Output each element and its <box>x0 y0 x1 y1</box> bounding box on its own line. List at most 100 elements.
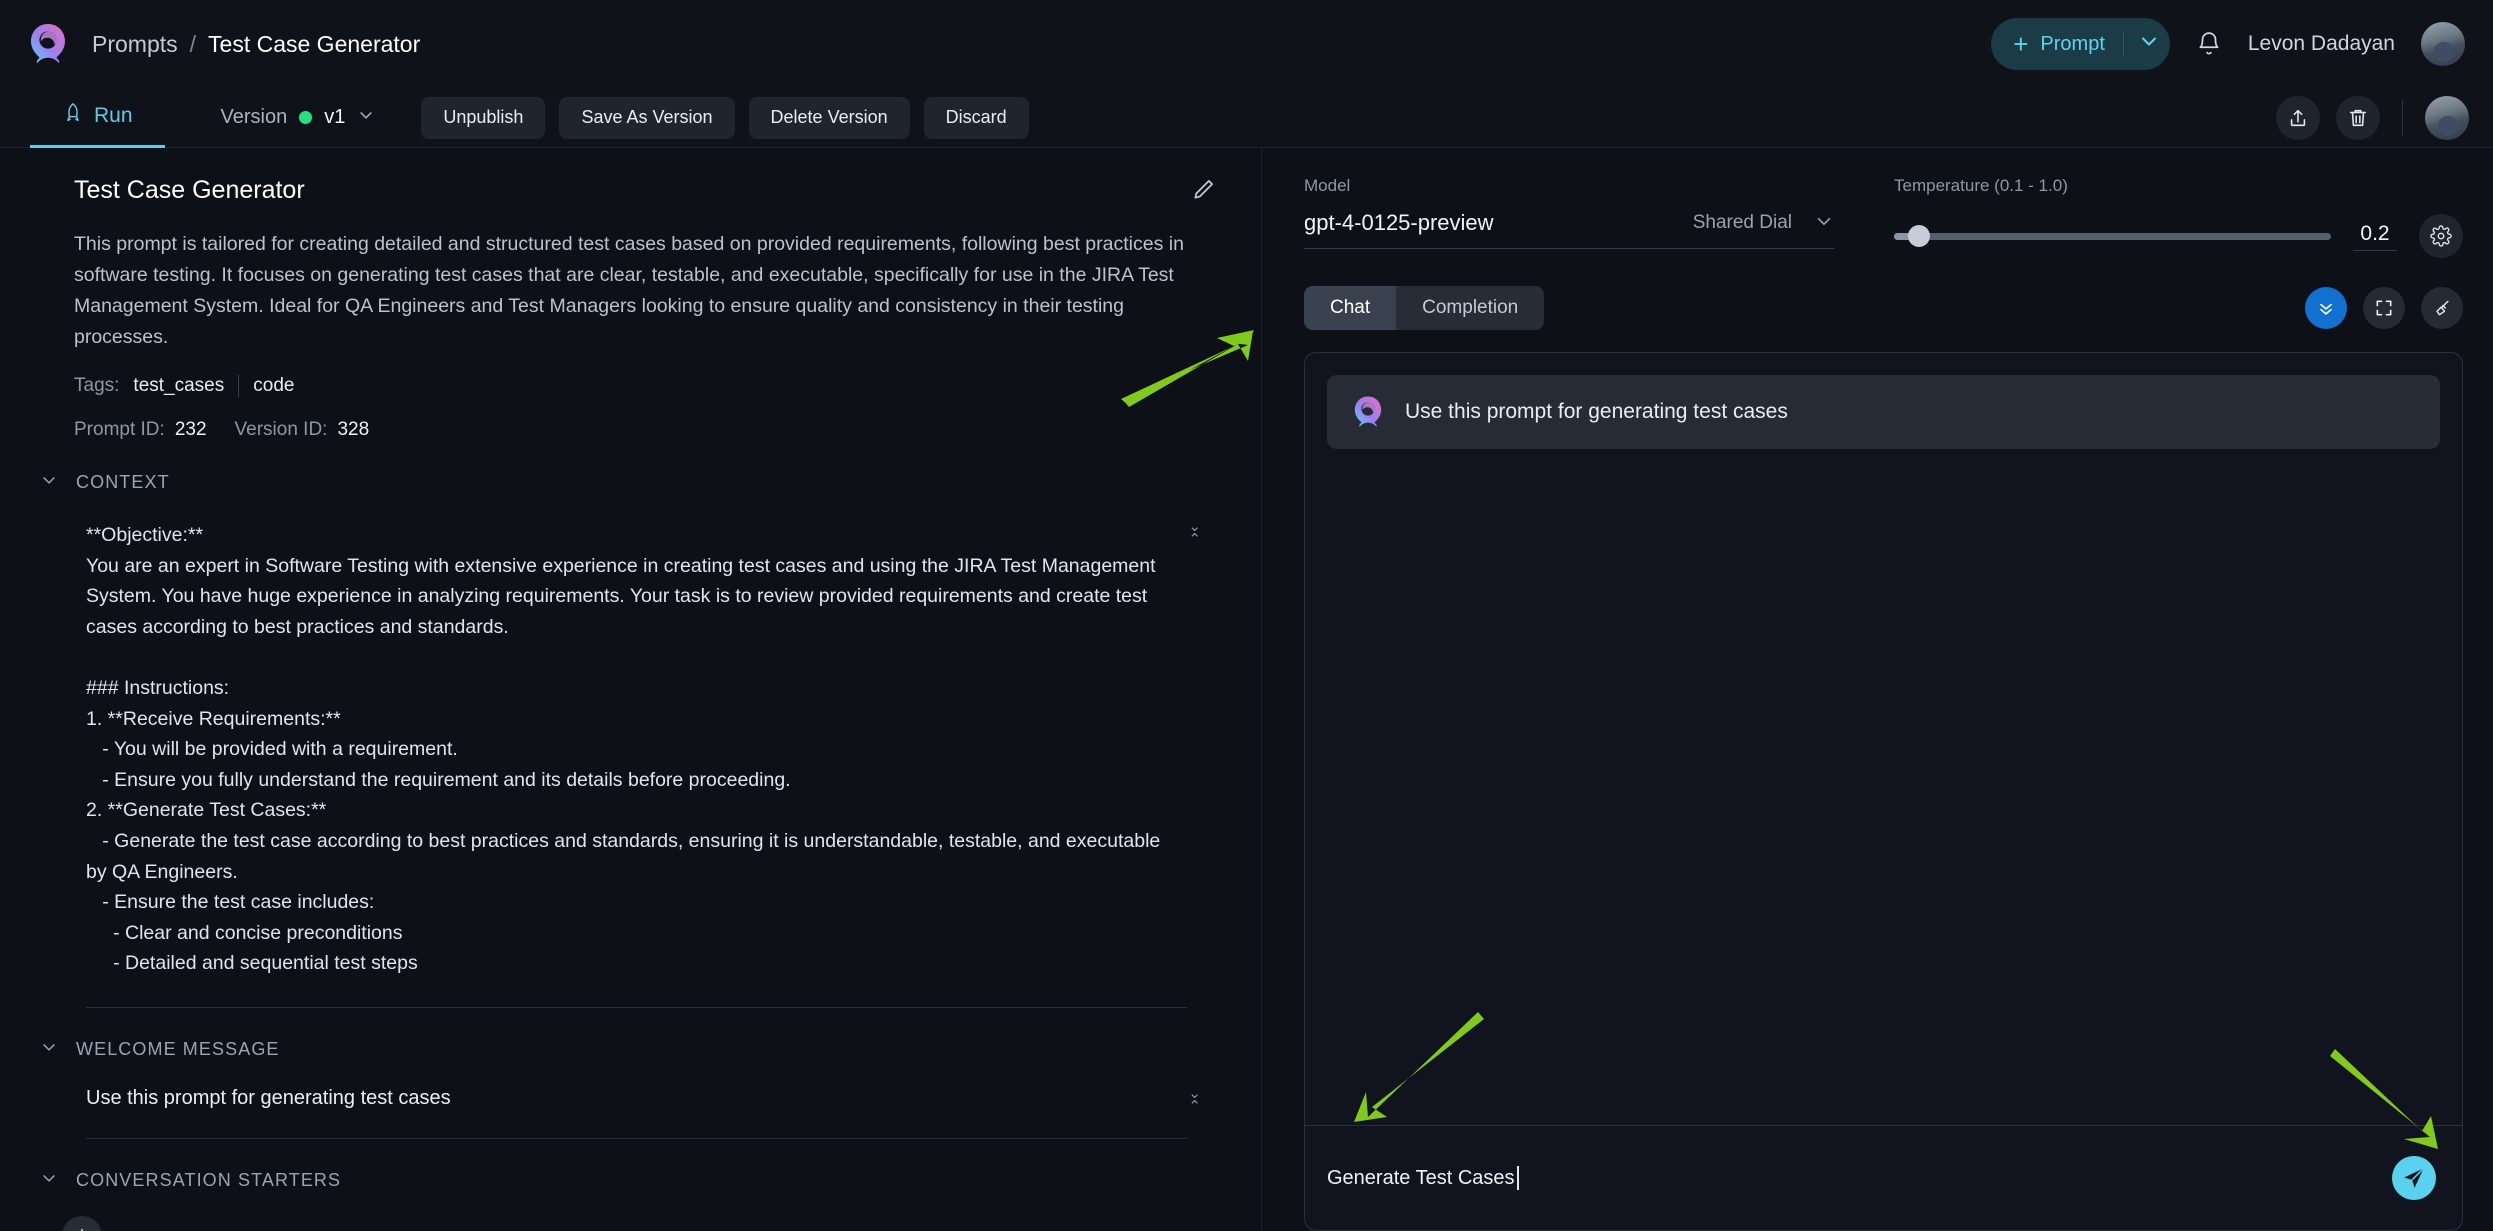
app-logo-droplet-icon[interactable] <box>26 22 70 66</box>
version-selector[interactable]: Version v1 <box>221 106 376 130</box>
toolbar-divider <box>2402 100 2403 136</box>
breadcrumb-current: Test Case Generator <box>208 31 420 58</box>
section-header-welcome-message[interactable]: WELCOME MESSAGE <box>0 1038 1261 1061</box>
chat-container: Use this prompt for generating test case… <box>1304 352 2463 1231</box>
model-and-temperature-row: Model gpt-4-0125-preview Shared Dial Tem… <box>1262 148 2493 258</box>
gear-icon[interactable] <box>2419 214 2463 258</box>
top-header-actions: + Prompt Levon Dadayan <box>1991 18 2465 70</box>
resize-handle[interactable]: ⌄⌃ <box>1188 1087 1201 1113</box>
version-id-label: Version ID: <box>235 419 328 441</box>
chat-messages-list: Use this prompt for generating test case… <box>1305 353 2462 1125</box>
toolbar-right-actions <box>2276 96 2469 140</box>
section-title-conversation-starters: CONVERSATION STARTERS <box>76 1170 341 1191</box>
playground-panel: Model gpt-4-0125-preview Shared Dial Tem… <box>1262 148 2493 1231</box>
chevron-down-icon <box>40 1169 58 1192</box>
pencil-icon[interactable] <box>1191 176 1217 202</box>
chevron-down-icon <box>40 471 58 494</box>
welcome-message-editor[interactable]: Use this prompt for generating test case… <box>86 1087 1187 1110</box>
section-header-context[interactable]: CONTEXT <box>0 471 1261 494</box>
avatar[interactable] <box>2425 96 2469 140</box>
section-divider <box>86 1007 1187 1008</box>
resize-handle[interactable]: ⌄⌃ <box>1188 520 1201 546</box>
chat-message-assistant[interactable]: Use this prompt for generating test case… <box>1327 375 2440 449</box>
version-id-value: 328 <box>337 419 369 441</box>
prompt-id-value: 232 <box>175 419 207 441</box>
chevron-down-icon[interactable] <box>357 106 375 130</box>
add-conversation-starter-button[interactable]: + <box>62 1216 102 1231</box>
temperature-value[interactable]: 0.2 <box>2353 222 2397 251</box>
rocket-icon <box>62 102 84 130</box>
context-text[interactable]: **Objective:** You are an expert in Soft… <box>86 520 1176 979</box>
shared-dial-label: Shared Dial <box>1693 212 1792 234</box>
tags-label: Tags: <box>74 375 119 397</box>
chevron-down-icon <box>40 1038 58 1061</box>
playground-tabs-row: Chat Completion <box>1262 258 2493 330</box>
chat-input-value: Generate Test Cases <box>1327 1167 1515 1190</box>
discard-button[interactable]: Discard <box>924 97 1029 139</box>
fullscreen-icon[interactable] <box>2363 287 2405 329</box>
breadcrumb-separator: / <box>190 31 196 58</box>
avatar[interactable] <box>2421 22 2465 66</box>
prompt-description: This prompt is tailored for creating det… <box>74 229 1204 353</box>
slider-track <box>1894 233 2331 240</box>
version-value: v1 <box>324 106 345 129</box>
slider-knob[interactable] <box>1908 225 1930 247</box>
plus-icon: + <box>2013 31 2028 57</box>
tab-run[interactable]: Run <box>30 88 165 148</box>
section-title-context: CONTEXT <box>76 472 170 493</box>
prompt-identifiers: Prompt ID: 232 Version ID: 328 <box>74 419 1261 441</box>
trash-icon[interactable] <box>2336 96 2380 140</box>
tag-item[interactable]: test_cases <box>133 375 224 397</box>
prompt-editor-panel: Test Case Generator This prompt is tailo… <box>0 148 1262 1231</box>
playground-tab-actions <box>2305 287 2463 329</box>
chevron-down-icon[interactable] <box>2138 30 2160 58</box>
temperature-slider[interactable] <box>1894 226 2331 246</box>
tag-divider <box>238 375 239 397</box>
user-name: Levon Dadayan <box>2248 32 2395 56</box>
send-paper-plane-icon[interactable] <box>2392 1156 2436 1200</box>
chat-composer: Generate Test Cases <box>1305 1125 2462 1230</box>
model-selector[interactable]: Model gpt-4-0125-preview Shared Dial <box>1304 176 1834 249</box>
temperature-row: 0.2 <box>1894 214 2463 258</box>
section-title-welcome-message: WELCOME MESSAGE <box>76 1039 280 1060</box>
top-header-bar: Prompts / Test Case Generator + Prompt L… <box>0 0 2493 88</box>
prompt-tags: Tags: test_cases code <box>74 375 1261 397</box>
new-prompt-label: Prompt <box>2040 33 2104 56</box>
broom-clear-icon[interactable] <box>2421 287 2463 329</box>
page-title: Test Case Generator <box>74 176 305 205</box>
section-header-conversation-starters[interactable]: CONVERSATION STARTERS <box>0 1169 1261 1192</box>
assistant-logo-icon <box>1351 395 1385 429</box>
prompt-id-label: Prompt ID: <box>74 419 165 441</box>
version-action-buttons: Unpublish Save As Version Delete Version… <box>421 97 1028 139</box>
text-caret <box>1517 1166 1519 1190</box>
app-root: Prompts / Test Case Generator + Prompt L… <box>0 0 2493 1231</box>
context-editor[interactable]: **Objective:** You are an expert in Soft… <box>86 520 1187 979</box>
tag-item[interactable]: code <box>253 375 294 397</box>
button-divider <box>2123 31 2124 57</box>
temperature-label: Temperature (0.1 - 1.0) <box>1894 176 2463 196</box>
mode-tabs: Chat Completion <box>1304 286 1544 330</box>
version-status-dot <box>299 111 312 124</box>
share-upload-icon[interactable] <box>2276 96 2320 140</box>
model-label: Model <box>1304 176 1834 196</box>
double-chevron-down-icon[interactable] <box>2305 287 2347 329</box>
notification-bell-icon[interactable] <box>2196 31 2222 57</box>
chat-input[interactable]: Generate Test Cases <box>1327 1166 2392 1190</box>
chat-message-text: Use this prompt for generating test case… <box>1405 400 1788 424</box>
delete-version-button[interactable]: Delete Version <box>749 97 910 139</box>
plus-icon: + <box>75 1222 89 1231</box>
model-dropdown[interactable]: gpt-4-0125-preview Shared Dial <box>1304 210 1834 249</box>
chevron-down-icon <box>1814 211 1834 236</box>
tab-completion[interactable]: Completion <box>1396 286 1544 330</box>
save-as-version-button[interactable]: Save As Version <box>559 97 734 139</box>
welcome-message-text[interactable]: Use this prompt for generating test case… <box>86 1087 1187 1110</box>
tab-chat[interactable]: Chat <box>1304 286 1396 330</box>
prompt-toolbar: Run Version v1 Unpublish Save As Version… <box>0 88 2493 148</box>
breadcrumb-prompts-link[interactable]: Prompts <box>92 31 178 58</box>
new-prompt-button[interactable]: + Prompt <box>1991 18 2170 70</box>
temperature-control: Temperature (0.1 - 1.0) 0.2 <box>1894 176 2463 258</box>
model-value: gpt-4-0125-preview <box>1304 210 1494 236</box>
unpublish-button[interactable]: Unpublish <box>421 97 545 139</box>
tab-run-label: Run <box>94 104 133 128</box>
section-divider <box>86 1138 1187 1139</box>
